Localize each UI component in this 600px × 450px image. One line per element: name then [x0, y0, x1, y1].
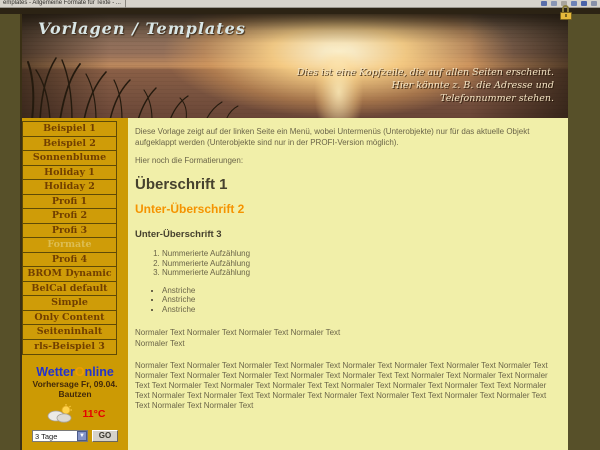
go-button[interactable]: GO [92, 430, 118, 442]
bullet-list: Anstriche Anstriche Anstriche [152, 286, 560, 315]
weather-widget: WetterOnline Vorhersage Fr, 09.04. Bautz… [22, 366, 128, 442]
lock-icon [559, 5, 572, 21]
sidebar-item-holiday-2[interactable]: Holiday 2 [23, 180, 116, 195]
lock-shackle [562, 5, 569, 12]
header-tagline: Dies ist eine Kopfzeile, die auf allen S… [297, 66, 554, 105]
sidebar-item-only-content[interactable]: Only Content [23, 311, 116, 326]
numbered-list: Nummerierte Aufzählung Nummerierte Aufzä… [150, 249, 560, 278]
forecast-range-value: 3 Tage [35, 432, 57, 441]
forecast-range-select[interactable]: 3 Tage ▼ [32, 430, 88, 442]
site-title: Vorlagen / Templates [38, 19, 246, 38]
beach-grass-graphic [22, 50, 252, 118]
sidebar-item-profi-2[interactable]: Profi 2 [23, 209, 116, 224]
sidebar-item-formate[interactable]: Formate [23, 238, 116, 253]
normal-text-long: Normaler Text Normaler Text Normaler Tex… [135, 361, 560, 411]
tagline-line: Hier könnte z. B. die Adresse und [297, 79, 554, 92]
sidebar-item-holiday-1[interactable]: Holiday 1 [23, 166, 116, 181]
intro-paragraph: Diese Vorlage zeigt auf der linken Seite… [135, 126, 560, 148]
tray-icon[interactable] [541, 1, 547, 6]
tagline-line: Dies ist eine Kopfzeile, die auf allen S… [297, 66, 554, 79]
sidebar-item-simple[interactable]: Simple [23, 296, 116, 311]
formats-label: Hier noch die Formatierungen: [135, 155, 560, 166]
main-content: Diese Vorlage zeigt auf der linken Seite… [128, 118, 568, 450]
numbered-list-item: Nummerierte Aufzählung [162, 268, 560, 278]
numbered-list-item: Nummerierte Aufzählung [162, 249, 560, 259]
lock-keyhole [565, 14, 567, 17]
sun-o-icon: O [75, 365, 85, 379]
sidebar-item-rls-beispiel-3[interactable]: rls-Beispiel 3 [23, 340, 116, 355]
wetteronline-logo[interactable]: WetterOnline [22, 366, 128, 379]
logo-text: nline [85, 365, 114, 379]
sidebar-item-profi-1[interactable]: Profi 1 [23, 195, 116, 210]
tray-icon[interactable] [581, 1, 587, 6]
sidebar: Beispiel 1 Beispiel 2 Sonnenblume Holida… [22, 118, 128, 450]
tray-icon[interactable] [591, 1, 597, 6]
chevron-down-icon[interactable]: ▼ [77, 431, 87, 441]
site-template: Vorlagen / Templates Dies ist eine Kopfz… [20, 14, 568, 450]
tray-icon[interactable] [551, 1, 557, 6]
sidebar-item-beispiel-2[interactable]: Beispiel 2 [23, 137, 116, 152]
bullet-list-item: Anstriche [162, 295, 560, 305]
temperature-value: 11°C [83, 408, 106, 420]
sidebar-item-brom-dynamic[interactable]: BROM Dynamic [23, 267, 116, 282]
normal-text-short: Normaler Text Normaler Text Normaler Tex… [135, 327, 560, 349]
bullet-list-item: Anstriche [162, 305, 560, 315]
browser-taskbar: emplates - Allgemeine Formate für Texte … [0, 0, 600, 8]
header-banner: Vorlagen / Templates Dies ist eine Kopfz… [22, 14, 568, 118]
heading-3: Unter-Überschrift 3 [135, 229, 560, 240]
forecast-date: Vorhersage Fr, 09.04. [22, 379, 128, 389]
partly-cloudy-icon [45, 404, 75, 424]
sidebar-item-seiteninhalt[interactable]: Seiteninhalt [23, 325, 116, 340]
sidebar-item-profi-3[interactable]: Profi 3 [23, 224, 116, 239]
sidebar-item-profi-4[interactable]: Profi 4 [23, 253, 116, 268]
logo-text: Wetter [36, 365, 75, 379]
heading-2: Unter-Überschrift 2 [135, 204, 560, 215]
forecast-city: Bautzen [22, 389, 128, 399]
browser-tab-title: emplates - Allgemeine Formate für Texte … [3, 0, 121, 7]
sidebar-item-belcal-default[interactable]: BelCal default [23, 282, 116, 297]
browser-tab[interactable]: emplates - Allgemeine Formate für Texte … [3, 0, 126, 8]
heading-1: Überschrift 1 [135, 179, 560, 190]
tagline-line: Telefonnummer stehen. [297, 92, 554, 105]
numbered-list-item: Nummerierte Aufzählung [162, 259, 560, 269]
bullet-list-item: Anstriche [162, 286, 560, 296]
sidebar-item-beispiel-1[interactable]: Beispiel 1 [23, 122, 116, 137]
sidebar-menu: Beispiel 1 Beispiel 2 Sonnenblume Holida… [22, 121, 117, 355]
sidebar-item-sonnenblume[interactable]: Sonnenblume [23, 151, 116, 166]
